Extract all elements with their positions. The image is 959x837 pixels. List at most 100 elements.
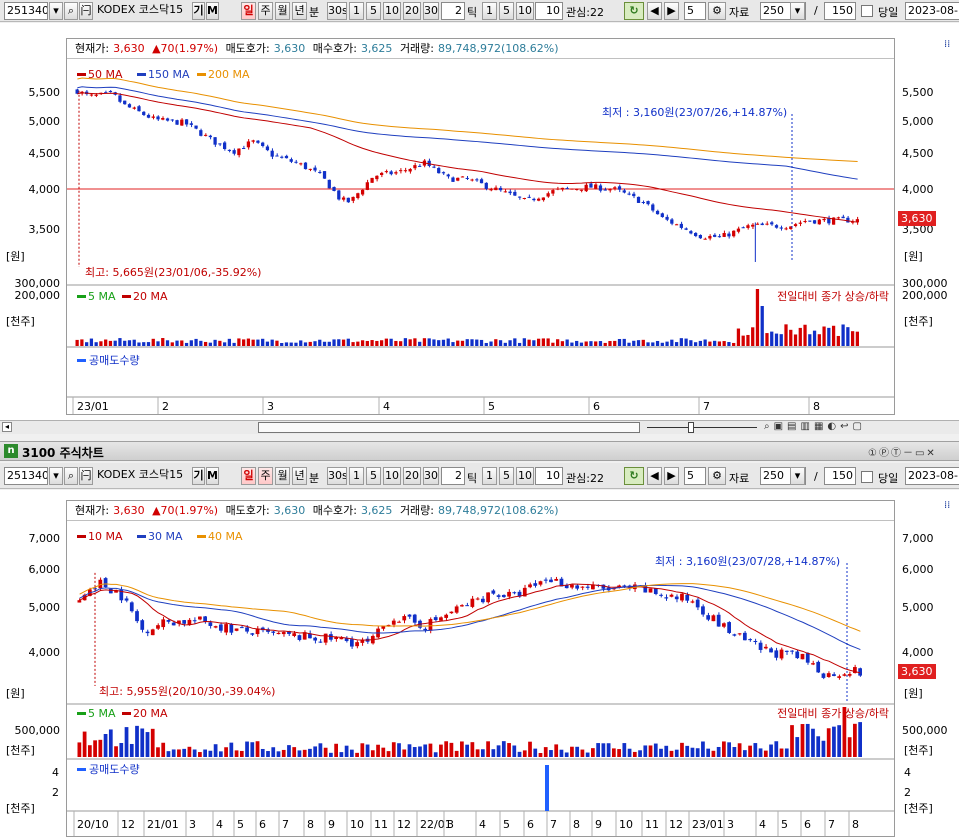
tick-1-button-2[interactable]: 1 xyxy=(482,467,497,485)
volume-bar-2 xyxy=(250,742,255,757)
bottom-pane-menu-icon[interactable]: ⁞⁞ xyxy=(944,500,950,511)
candle-body-2 xyxy=(276,632,281,635)
volume-bar-2 xyxy=(161,742,166,757)
top-pane-menu-icon[interactable]: ⁞⁞ xyxy=(944,39,950,50)
interval-1-button-2[interactable]: 1 xyxy=(349,467,364,485)
candle-body xyxy=(208,135,212,138)
volume-bar-2 xyxy=(690,747,695,757)
max-count-input-2[interactable]: 150 xyxy=(824,467,856,485)
m-button[interactable]: M xyxy=(206,2,219,20)
interval-10-button-2[interactable]: 10 xyxy=(383,467,401,485)
interval-10-button[interactable]: 10 xyxy=(383,2,401,20)
interval-30-button-2[interactable]: 30 xyxy=(423,467,439,485)
window-title: 3100 주식차트 xyxy=(22,446,104,460)
refresh-icon[interactable]: ↻ xyxy=(624,2,644,20)
next-arrow-button-2[interactable]: ▶ xyxy=(664,467,679,485)
x-label-2: 12 xyxy=(121,818,135,831)
date-input-2[interactable]: 2023-08- xyxy=(905,467,959,485)
tick-input-2[interactable]: 2 xyxy=(441,467,465,485)
volume-bar-2 xyxy=(701,741,705,757)
today-checkbox[interactable] xyxy=(861,5,873,17)
search-icon[interactable]: ⌕ xyxy=(64,2,78,20)
volume-bar xyxy=(303,342,308,346)
tick-1-button[interactable]: 1 xyxy=(482,2,497,20)
zoom-slider-track[interactable] xyxy=(647,427,757,428)
code-dropdown-button[interactable]: ▾ xyxy=(49,2,63,20)
tick-value-field-2[interactable]: 10 xyxy=(535,467,563,485)
volume-bar-2 xyxy=(611,748,616,757)
volume-bar xyxy=(165,340,170,346)
gi-button-2[interactable]: 기 xyxy=(192,467,205,485)
settings-gear-icon[interactable]: ⚙ xyxy=(708,2,726,20)
count-input-2[interactable]: 5 xyxy=(684,467,706,485)
period-year-button-2[interactable]: 년 xyxy=(292,467,307,485)
interval-5-button[interactable]: 5 xyxy=(366,2,381,20)
prev-arrow-button[interactable]: ◀ xyxy=(647,2,662,20)
period-week-button-2[interactable]: 주 xyxy=(258,467,273,485)
history-button-2[interactable]: 闩 xyxy=(79,467,93,485)
today-checkbox-2[interactable] xyxy=(861,471,873,483)
interval-5-button-2[interactable]: 5 xyxy=(366,467,381,485)
candle-body xyxy=(394,172,398,174)
interval-1-button[interactable]: 1 xyxy=(349,2,364,20)
volume-bar xyxy=(460,340,465,346)
volume-bar xyxy=(817,334,821,346)
candle-body-2 xyxy=(769,648,773,653)
stock-code-input[interactable]: 251340 xyxy=(4,2,48,20)
period-month-button[interactable]: 월 xyxy=(275,2,290,20)
scroll-thumb[interactable] xyxy=(258,422,640,433)
tick-5-button[interactable]: 5 xyxy=(499,2,514,20)
volume-bar-2 xyxy=(554,744,559,757)
top-toolbar: 251340 ▾ ⌕ 闩 KODEX 코스닥15 기 M 일 주 월 년 분 3… xyxy=(0,0,959,22)
code-dropdown-button-2[interactable]: ▾ xyxy=(49,467,63,485)
refresh-icon-2[interactable]: ↻ xyxy=(624,467,644,485)
data-count-dropdown-2[interactable]: ▾ xyxy=(790,467,805,485)
m-button-2[interactable]: M xyxy=(206,467,219,485)
data-count-dropdown[interactable]: ▾ xyxy=(790,2,805,20)
max-count-input[interactable]: 150 xyxy=(824,2,856,20)
period-year-button[interactable]: 년 xyxy=(292,2,307,20)
x-label-2: 3 xyxy=(447,818,454,831)
history-button[interactable]: 闩 xyxy=(79,2,93,20)
volume-bar-2 xyxy=(512,745,517,757)
period-month-button-2[interactable]: 월 xyxy=(275,467,290,485)
interval-30s-button-2[interactable]: 30s xyxy=(327,467,347,485)
ma-legend-label-2-2: 40 MA xyxy=(208,530,243,543)
volume-bar-2 xyxy=(753,743,758,757)
top-scrollbar[interactable]: ◂ ⌕▣▤▥▦◐↩▢ xyxy=(0,420,959,434)
scroll-left-arrow[interactable]: ◂ xyxy=(2,422,12,432)
candle-body xyxy=(318,171,322,173)
top-chart-area[interactable]: 현재가: 3,630 ▲70(1.97%) 매도호가: 3,630 매수호가: 3,6… xyxy=(66,38,895,415)
tick-10-button[interactable]: 10 xyxy=(516,2,534,20)
tick-5-button-2[interactable]: 5 xyxy=(499,467,514,485)
tick-value-field[interactable]: 10 xyxy=(535,2,563,20)
candle-body-2 xyxy=(381,626,386,629)
tick-10-button-2[interactable]: 10 xyxy=(516,467,534,485)
prev-arrow-button-2[interactable]: ◀ xyxy=(647,467,662,485)
period-day-button[interactable]: 일 xyxy=(241,2,256,20)
window-control-icons[interactable]: ①ⓅⓉ－▭✕ xyxy=(868,444,937,459)
volume-bar xyxy=(156,341,160,346)
interval-20-button-2[interactable]: 20 xyxy=(403,467,421,485)
zoom-slider-handle[interactable] xyxy=(688,422,694,433)
bottom-chart-area[interactable]: 현재가: 3,630 ▲70(1.97%) 매도호가: 3,630 매수호가: 3,6… xyxy=(66,500,895,837)
date-input[interactable]: 2023-08- xyxy=(905,2,959,20)
tick-input[interactable]: 2 xyxy=(441,2,465,20)
count-input[interactable]: 5 xyxy=(684,2,706,20)
interval-20-button[interactable]: 20 xyxy=(403,2,421,20)
period-week-button[interactable]: 주 xyxy=(258,2,273,20)
interval-30-button[interactable]: 30 xyxy=(423,2,439,20)
candle-body xyxy=(622,190,626,193)
settings-gear-icon-2[interactable]: ⚙ xyxy=(708,467,726,485)
stock-code-input-2[interactable]: 251340 xyxy=(4,467,48,485)
candle-body xyxy=(508,191,512,194)
interval-30s-button[interactable]: 30s xyxy=(327,2,347,20)
next-arrow-button[interactable]: ▶ xyxy=(664,2,679,20)
search-icon-2[interactable]: ⌕ xyxy=(64,467,78,485)
volume-bar-2 xyxy=(763,750,768,757)
scroll-tools-icons[interactable]: ⌕▣▤▥▦◐↩▢ xyxy=(764,421,866,432)
volume-bar-2 xyxy=(124,727,129,757)
period-day-button-2[interactable]: 일 xyxy=(241,467,256,485)
gi-button[interactable]: 기 xyxy=(192,2,205,20)
candle-body xyxy=(384,171,388,173)
